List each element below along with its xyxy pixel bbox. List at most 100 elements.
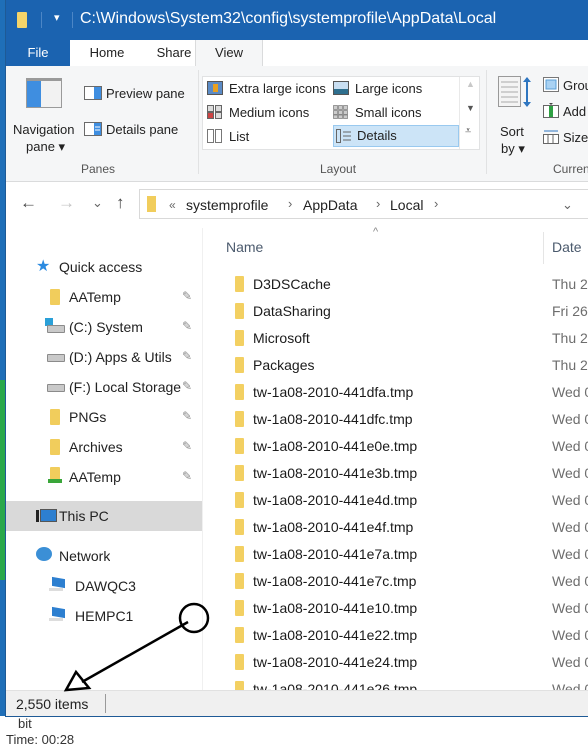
file-row[interactable]: tw-1a08-2010-441e10.tmp Wed 0 — [203, 595, 588, 622]
layout-extra-large-icons[interactable]: Extra large icons — [205, 79, 329, 99]
folder-icon — [235, 438, 244, 454]
pin-icon[interactable]: ✎ — [182, 409, 192, 423]
breadcrumb-appdata[interactable]: AppData — [303, 197, 357, 213]
file-row[interactable]: Microsoft Thu 2 — [203, 325, 588, 352]
preview-pane-button[interactable]: Preview pane — [82, 84, 192, 104]
nav-item-c-system[interactable]: (C:) System ✎ — [6, 312, 202, 342]
details-pane-button[interactable]: Details pane — [82, 120, 192, 140]
nav-network-dawqc3[interactable]: DAWQC3 — [6, 571, 202, 601]
breadcrumb-local[interactable]: Local — [390, 197, 423, 213]
nav-item-f-local-storage[interactable]: (F:) Local Storage ✎ — [6, 372, 202, 402]
breadcrumb-overflow[interactable]: « — [169, 198, 176, 212]
ribbon: Navigation pane ▾ Preview pane Details p… — [6, 66, 588, 182]
size-columns-button[interactable]: Size — [543, 128, 588, 148]
pc-tower-icon — [36, 510, 39, 522]
file-row[interactable]: tw-1a08-2010-441e7a.tmp Wed 0 — [203, 541, 588, 568]
forward-button[interactable]: → — [58, 193, 75, 213]
file-date: Wed 0 — [552, 627, 588, 643]
details-icon — [336, 129, 351, 143]
large-icons-icon — [333, 81, 349, 95]
breadcrumb-separator[interactable]: › — [288, 196, 292, 211]
pin-icon[interactable]: ✎ — [182, 439, 192, 453]
file-date: Wed 0 — [552, 492, 588, 508]
pin-icon[interactable]: ✎ — [182, 379, 192, 393]
drive-icon — [47, 384, 65, 392]
layout-option-label: Details — [357, 128, 397, 143]
address-bar[interactable]: « systemprofile › AppData › Local › ⌄ — [139, 189, 588, 219]
pin-icon[interactable]: ✎ — [182, 319, 192, 333]
details-pane-icon — [84, 122, 102, 136]
nav-label: DAWQC3 — [75, 578, 136, 594]
column-divider[interactable] — [543, 232, 544, 264]
tab-view[interactable]: View — [195, 40, 263, 66]
file-row[interactable]: tw-1a08-2010-441e7c.tmp Wed 0 — [203, 568, 588, 595]
expand-gallery-icon[interactable]: ⩡ — [465, 125, 471, 138]
folder-icon — [235, 546, 244, 562]
tab-home[interactable]: Home — [70, 40, 144, 66]
column-name[interactable]: Name — [226, 239, 263, 255]
layout-details-selected[interactable]: Details — [333, 125, 459, 147]
folder-icon — [235, 303, 244, 319]
nav-network[interactable]: Network — [6, 541, 202, 571]
layout-option-label: Medium icons — [229, 105, 310, 120]
file-row[interactable]: tw-1a08-2010-441e22.tmp Wed 0 — [203, 622, 588, 649]
file-row[interactable]: tw-1a08-2010-441e26.tmp Wed 0 — [203, 676, 588, 690]
layout-list[interactable]: List — [205, 127, 329, 147]
file-row[interactable]: tw-1a08-2010-441e4d.tmp Wed 0 — [203, 487, 588, 514]
layout-large-icons[interactable]: Large icons — [331, 79, 455, 99]
nav-item-d-apps[interactable]: (D:) Apps & Utils ✎ — [6, 342, 202, 372]
file-name: tw-1a08-2010-441e3b.tmp — [253, 465, 418, 481]
breadcrumb-separator[interactable]: › — [434, 196, 438, 211]
file-row[interactable]: tw-1a08-2010-441e4f.tmp Wed 0 — [203, 514, 588, 541]
nav-item-aatemp[interactable]: AATemp ✎ — [6, 282, 202, 312]
file-row[interactable]: tw-1a08-2010-441e0e.tmp Wed 0 — [203, 433, 588, 460]
file-name: tw-1a08-2010-441e4d.tmp — [253, 492, 418, 508]
column-date[interactable]: Date — [552, 239, 582, 255]
navigation-pane-label: Navigation — [13, 122, 75, 137]
up-button[interactable]: ↑ — [116, 193, 125, 213]
tab-file[interactable]: File — [6, 40, 70, 66]
pin-icon[interactable]: ✎ — [182, 349, 192, 363]
file-date: Wed 0 — [552, 465, 588, 481]
file-date: Thu 2 — [552, 276, 588, 292]
file-row[interactable]: Packages Thu 2 — [203, 352, 588, 379]
file-row[interactable]: tw-1a08-2010-441dfc.tmp Wed 0 — [203, 406, 588, 433]
list-icon — [207, 129, 222, 143]
file-row[interactable]: DataSharing Fri 26 — [203, 298, 588, 325]
scroll-down-icon[interactable]: ▼ — [466, 103, 475, 113]
breadcrumb-systemprofile[interactable]: systemprofile — [186, 197, 268, 213]
folder-icon — [50, 289, 60, 305]
nav-this-pc[interactable]: This PC — [6, 501, 202, 531]
pin-icon[interactable]: ✎ — [182, 289, 192, 303]
layout-medium-icons[interactable]: Medium icons — [205, 103, 329, 123]
scroll-up-icon[interactable]: ▲ — [466, 79, 475, 89]
nav-item-aatemp-downloads[interactable]: AATemp ✎ — [6, 462, 202, 492]
breadcrumb-separator[interactable]: › — [376, 196, 380, 211]
title-bar[interactable]: ▾ C:\Windows\System32\config\systemprofi… — [6, 0, 588, 40]
small-icons-icon — [333, 105, 348, 119]
file-date: Wed 0 — [552, 600, 588, 616]
nav-item-pngs[interactable]: PNGs ✎ — [6, 402, 202, 432]
file-name: tw-1a08-2010-441e24.tmp — [253, 654, 418, 670]
file-row[interactable]: tw-1a08-2010-441dfa.tmp Wed 0 — [203, 379, 588, 406]
layout-small-icons[interactable]: Small icons — [331, 103, 455, 123]
file-name: DataSharing — [253, 303, 331, 319]
file-row[interactable]: tw-1a08-2010-441e3b.tmp Wed 0 — [203, 460, 588, 487]
sort-by-button[interactable]: Sort by ▾ — [492, 72, 536, 156]
pin-icon[interactable]: ✎ — [182, 469, 192, 483]
nav-quick-access[interactable]: ★ Quick access — [6, 252, 202, 282]
navigation-pane-button[interactable]: Navigation pane ▾ — [12, 70, 82, 156]
quick-access-toolbar-dropdown[interactable]: ▾ — [54, 11, 60, 24]
file-row[interactable]: tw-1a08-2010-441e24.tmp Wed 0 — [203, 649, 588, 676]
add-columns-button[interactable]: Add — [543, 102, 588, 122]
folder-icon — [235, 411, 244, 427]
file-name: tw-1a08-2010-441e10.tmp — [253, 600, 418, 616]
back-button[interactable]: ← — [20, 193, 37, 213]
recent-locations-button[interactable]: ⌄ — [92, 195, 103, 211]
address-dropdown-button[interactable]: ⌄ — [562, 197, 573, 213]
file-row[interactable]: D3DSCache Thu 2 — [203, 271, 588, 298]
file-date: Wed 0 — [552, 573, 588, 589]
group-by-button[interactable]: Grou — [543, 76, 588, 96]
nav-network-hempc1[interactable]: HEMPC1 — [6, 601, 202, 631]
nav-item-archives[interactable]: Archives ✎ — [6, 432, 202, 462]
